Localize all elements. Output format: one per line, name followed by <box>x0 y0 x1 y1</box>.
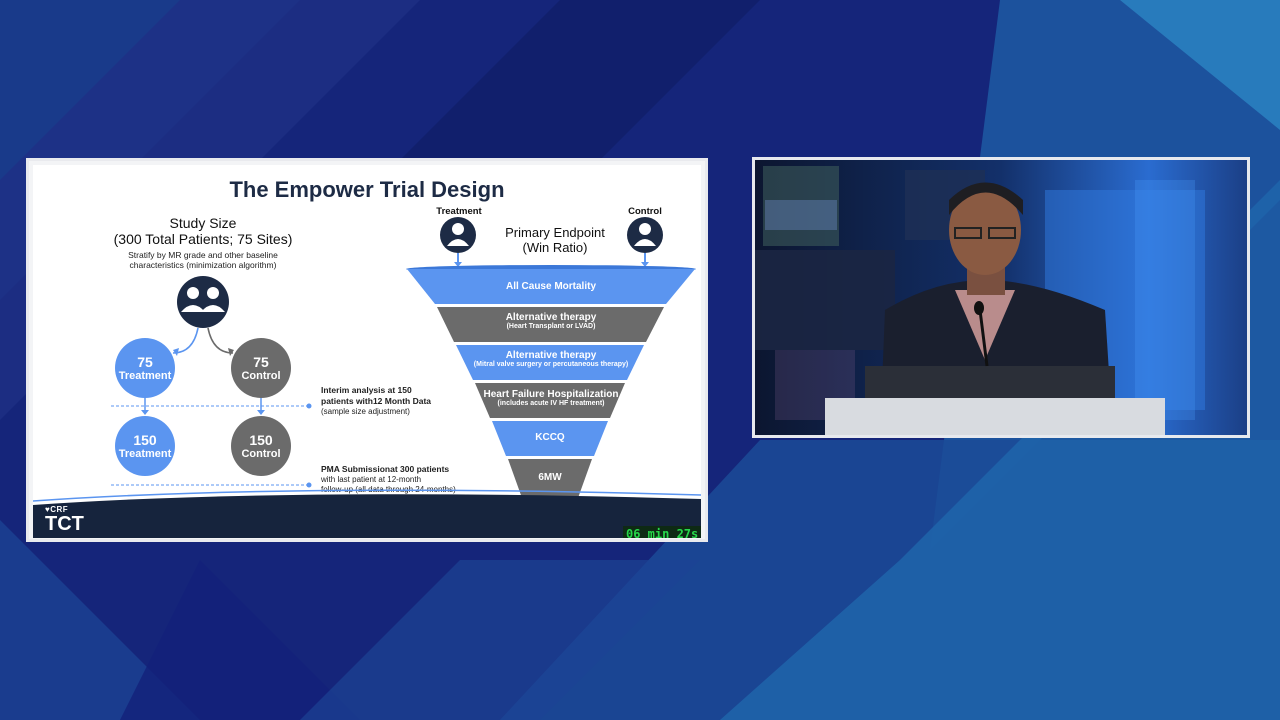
tct-logo: ♥CRF TCT <box>45 505 84 534</box>
session-timer: 06 min 27s <box>623 526 701 538</box>
tct-logo-text: TCT <box>45 513 84 535</box>
speaker-video <box>755 160 1247 435</box>
slide-footer-band <box>33 489 701 538</box>
speaker-video-frame <box>752 157 1250 438</box>
slide-frame: The Empower Trial Design Study Size (300… <box>26 158 708 542</box>
presentation-slide: The Empower Trial Design Study Size (300… <box>33 165 701 538</box>
speaker-video-image <box>755 160 1247 435</box>
